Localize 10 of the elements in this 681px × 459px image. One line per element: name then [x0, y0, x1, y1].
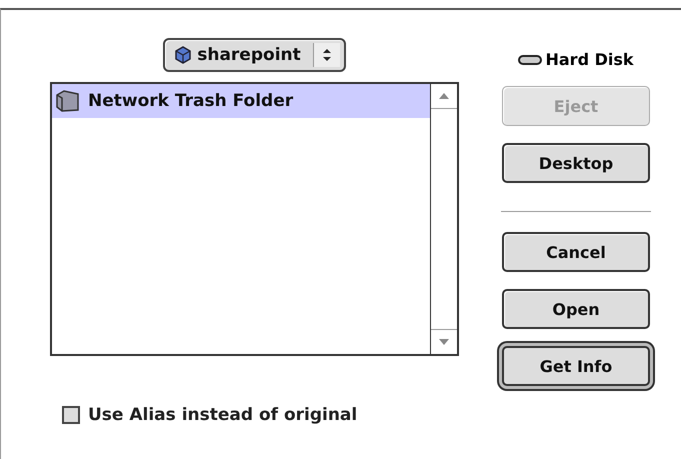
location-popup[interactable]: sharepoint: [163, 38, 346, 72]
updown-arrows-icon: [312, 43, 340, 67]
button[interactable]: Desktop: [502, 143, 650, 183]
checkbox[interactable]: [62, 406, 80, 424]
file-name: Network Trash Folder: [88, 91, 294, 111]
button[interactable]: Open: [502, 289, 650, 329]
volume-name: Hard Disk: [545, 50, 634, 69]
scrollbar[interactable]: [430, 84, 457, 354]
button[interactable]: Cancel: [502, 232, 650, 272]
file-list-item[interactable]: Network Trash Folder: [52, 84, 430, 118]
